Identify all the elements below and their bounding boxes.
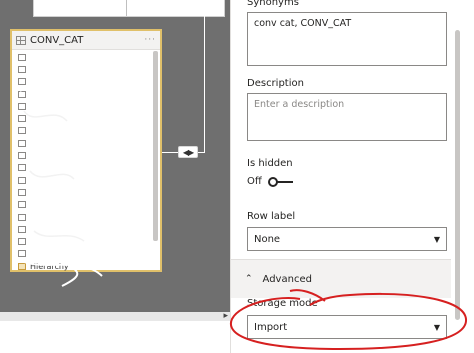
column-icon xyxy=(18,164,26,172)
table-name: CONV_CAT xyxy=(30,34,84,46)
caret-down-icon: ▼ xyxy=(433,322,440,332)
column-icon xyxy=(18,102,26,110)
table-field-row[interactable] xyxy=(12,149,152,161)
caret-down-icon: ▼ xyxy=(433,234,440,244)
synonyms-label: Synonyms xyxy=(247,0,299,8)
table-card-conv-cat[interactable]: CONV_CAT ··· Hierarchy xyxy=(10,29,162,287)
synonyms-field[interactable]: conv cat, CONV_CAT xyxy=(247,12,447,66)
column-icon xyxy=(18,78,26,86)
table-field-row[interactable]: Hierarchy xyxy=(12,260,152,272)
toggle-off-icon[interactable] xyxy=(267,176,294,187)
column-icon xyxy=(18,188,26,196)
storage-mode-value: Import xyxy=(254,321,288,333)
pane-scrollbar-thumb[interactable] xyxy=(455,30,460,320)
table-field-row[interactable] xyxy=(12,137,152,149)
field-list: Hierarchy xyxy=(12,51,152,272)
storage-mode-label: Storage mode xyxy=(247,298,318,309)
grid-icon xyxy=(16,35,26,45)
relationship-line[interactable] xyxy=(162,152,178,153)
chevron-up-icon: ⌃ xyxy=(245,274,253,284)
table-field-row[interactable] xyxy=(12,174,152,186)
other-table-card-inner xyxy=(126,0,197,16)
pane-scrollbar[interactable] xyxy=(451,0,463,353)
description-field[interactable]: Enter a description xyxy=(247,93,447,141)
table-field-row[interactable] xyxy=(12,125,152,137)
table-field-row[interactable] xyxy=(12,51,152,63)
column-icon xyxy=(18,250,26,258)
advanced-section-header[interactable]: ⌃ Advanced xyxy=(231,260,463,298)
column-icon xyxy=(18,139,26,147)
column-icon xyxy=(18,90,26,98)
table-card-header[interactable]: CONV_CAT ··· xyxy=(12,31,160,50)
table-field-row[interactable] xyxy=(12,199,152,211)
table-field-row[interactable] xyxy=(12,63,152,75)
advanced-label: Advanced xyxy=(262,273,312,285)
table-field-row[interactable] xyxy=(12,88,152,100)
relationship-line[interactable] xyxy=(204,0,205,152)
table-field-row[interactable] xyxy=(12,235,152,247)
scroll-right-arrow-icon[interactable]: ▸ xyxy=(223,311,228,321)
table-card-scrollbar[interactable] xyxy=(153,51,158,241)
toggle-state-label: Off xyxy=(247,176,262,187)
column-icon xyxy=(18,201,26,209)
hierarchy-icon xyxy=(18,262,26,270)
column-icon xyxy=(18,176,26,184)
is-hidden-label: Is hidden xyxy=(247,158,293,169)
table-field-row[interactable] xyxy=(12,223,152,235)
table-field-row[interactable] xyxy=(12,248,152,260)
canvas-footer xyxy=(0,321,230,353)
model-canvas[interactable]: ◀▶ CONV_CAT ··· Hierarchy ▸ xyxy=(0,0,230,353)
column-icon xyxy=(18,53,26,61)
row-label-value: None xyxy=(254,233,281,245)
table-field-row[interactable] xyxy=(12,112,152,124)
more-options-icon[interactable]: ··· xyxy=(144,35,156,45)
other-table-card[interactable] xyxy=(33,0,225,17)
toggle-knob xyxy=(267,176,278,187)
table-field-row[interactable] xyxy=(12,100,152,112)
row-label-dropdown[interactable]: None ▼ xyxy=(247,227,447,251)
column-icon xyxy=(18,127,26,135)
table-field-row[interactable] xyxy=(12,162,152,174)
toggle-track xyxy=(276,180,293,183)
table-field-row[interactable] xyxy=(12,186,152,198)
table-field-row[interactable] xyxy=(12,211,152,223)
row-label-label: Row label xyxy=(247,211,296,222)
column-icon xyxy=(18,238,26,246)
column-icon xyxy=(18,213,26,221)
column-icon xyxy=(18,152,26,160)
field-name: Hierarchy xyxy=(30,261,69,271)
storage-mode-dropdown[interactable]: Import ▼ xyxy=(247,315,447,339)
column-icon xyxy=(18,115,26,123)
table-field-row[interactable] xyxy=(12,76,152,88)
canvas-horizontal-scrollbar[interactable]: ▸ xyxy=(0,311,230,321)
column-icon xyxy=(18,225,26,233)
column-icon xyxy=(18,65,26,73)
relationship-connector-icon[interactable]: ◀▶ xyxy=(178,146,198,158)
is-hidden-toggle-row[interactable]: Off xyxy=(247,176,294,187)
description-label: Description xyxy=(247,78,304,89)
properties-pane: Synonyms conv cat, CONV_CAT Description … xyxy=(230,0,463,353)
